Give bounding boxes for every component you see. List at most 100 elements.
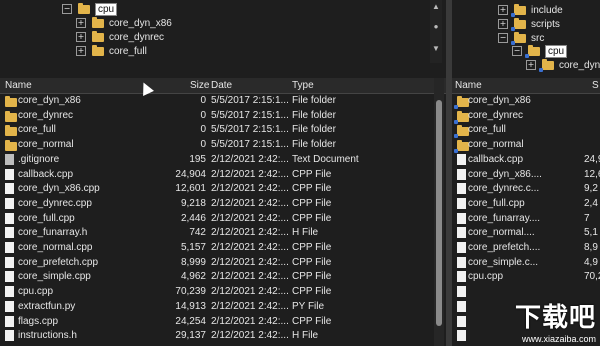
file-size: 8,9 (584, 242, 598, 253)
column-size[interactable]: S (592, 80, 599, 91)
file-row[interactable]: core_prefetch.cpp 8,999 2/12/2021 2:42:...… (0, 256, 446, 270)
file-size: 29,137 (175, 330, 206, 342)
file-icon (457, 197, 466, 209)
file-row[interactable]: core_dyn_x86 (452, 94, 600, 109)
file-name: core_dyn_x86 (18, 95, 81, 106)
scroll-thumb[interactable] (436, 100, 442, 326)
file-row[interactable]: core_funarray.... 7 (452, 212, 600, 226)
file-name: core_normal.cpp (18, 242, 93, 253)
file-row[interactable]: core_normal (452, 138, 600, 154)
scroll-up-icon[interactable]: ▲ (430, 2, 442, 11)
scroll-thumb-icon[interactable]: ● (430, 22, 442, 31)
file-icon (5, 197, 14, 209)
file-row[interactable]: core_dynrec.c... 9,2 (452, 182, 600, 196)
tree-node-scripts[interactable]: + scripts (498, 17, 560, 31)
file-row[interactable]: core_dynrec.cpp 9,218 2/12/2021 2:42:... CP… (0, 197, 446, 211)
tree-node-core-dyn-x86[interactable]: + core_dyn_x86 (76, 16, 172, 30)
folder-icon (92, 30, 104, 42)
file-size: 12,601 (175, 183, 206, 195)
collapse-icon[interactable]: − (62, 4, 72, 14)
file-row[interactable]: core_dynrec 0 5/5/2017 2:15:1... File folde… (0, 109, 446, 123)
file-row[interactable]: cpu.cpp 70,239 2/12/2021 2:42:... CPP File (0, 285, 446, 299)
file-size: 8,999 (180, 256, 206, 268)
tree-node-core-dyn-x86[interactable]: + core_dyn_x86 (526, 58, 600, 72)
scroll-down-icon[interactable]: ▼ (430, 44, 442, 53)
tree-node-cpu[interactable]: − cpu (62, 2, 118, 16)
file-name: core_funarray.... (468, 212, 541, 224)
folder-icon (92, 44, 104, 56)
file-date: 2/12/2021 2:42:... (211, 168, 289, 180)
file-row[interactable]: core_full (452, 123, 600, 139)
file-size: 5,157 (180, 242, 206, 253)
file-icon (5, 168, 14, 180)
column-date[interactable]: Date (211, 80, 232, 91)
file-icon (5, 271, 14, 283)
file-icon (457, 183, 466, 195)
expand-icon[interactable]: + (76, 32, 86, 42)
expand-icon[interactable]: + (76, 46, 86, 56)
file-type: CPP File (292, 183, 332, 195)
watermark-logo: 下载吧 (514, 303, 596, 333)
file-row[interactable]: core_normal.... 5,1 (452, 226, 600, 240)
file-row[interactable]: core_full.cpp 2,4 (452, 197, 600, 211)
file-row[interactable]: core_dyn_x86 0 5/5/2017 2:15:1... File fold… (0, 94, 446, 108)
expand-icon[interactable]: + (76, 18, 86, 28)
file-row[interactable]: core_prefetch.... 8,9 (452, 241, 600, 255)
file-type: File folder (292, 124, 336, 136)
file-name: core_funarray.h (18, 227, 88, 239)
collapse-icon[interactable]: − (512, 46, 522, 56)
file-type: CPP File (292, 168, 332, 180)
file-row[interactable]: core_dyn_x86.... 12,6 (452, 168, 600, 182)
file-row[interactable]: core_simple.cpp 4,962 2/12/2021 2:42:... CP… (0, 270, 446, 284)
file-size: 12,6 (584, 168, 600, 180)
column-name[interactable]: Name (5, 80, 32, 91)
column-type[interactable]: Type (292, 80, 314, 91)
column-name[interactable]: Name (455, 80, 482, 91)
tree-node-core-full[interactable]: + core_full (76, 44, 147, 58)
file-date: 5/5/2017 2:15:1... (211, 124, 289, 136)
file-date: 2/12/2021 2:42:... (211, 300, 289, 312)
tree-node-cpu[interactable]: − cpu (512, 44, 568, 58)
file-name: core_simple.cpp (18, 271, 91, 283)
file-row[interactable]: core_funarray.h 742 2/12/2021 2:42:... H Fi… (0, 226, 446, 240)
file-icon (5, 300, 14, 312)
file-row[interactable]: core_full 0 5/5/2017 2:15:1... File folder (0, 123, 446, 137)
file-row[interactable]: cpu.cpp 70,2 (452, 270, 600, 284)
file-row[interactable]: core_normal.cpp 5,157 2/12/2021 2:42:... CP… (0, 241, 446, 255)
file-name: core_simple.c... (468, 256, 539, 268)
file-row[interactable]: callback.cpp 24,9 (452, 153, 600, 167)
file-icon (5, 212, 14, 224)
collapse-icon[interactable]: − (498, 33, 508, 43)
file-size: 0 (200, 109, 206, 121)
file-row[interactable]: .gitignore 195 2/12/2021 2:42:... Text Docu… (0, 153, 446, 167)
tree-scrollbar[interactable]: ▲ ● ▼ (430, 0, 442, 63)
file-row[interactable]: instructions.h 29,137 2/12/2021 2:42:... H … (0, 329, 446, 343)
column-size[interactable]: Size (190, 80, 209, 91)
tree-node-core-dynrec[interactable]: + core_dynrec (76, 30, 164, 44)
file-row[interactable]: core_dyn_x86.cpp 12,601 2/12/2021 2:42:...… (0, 182, 446, 196)
file-size: 2,4 (584, 197, 598, 209)
file-row[interactable]: core_dynrec (452, 109, 600, 124)
file-name: flags.cpp (18, 315, 59, 327)
file-type: CPP File (292, 315, 332, 327)
file-name: core_dynrec.c... (468, 183, 540, 195)
local-directory-tree: − cpu + core_dyn_x86 + core_dynrec + cor… (0, 0, 446, 63)
tree-node-include[interactable]: + include (498, 3, 563, 17)
file-size: 4,962 (180, 271, 206, 283)
file-name: cpu.cpp (468, 271, 504, 283)
file-row[interactable]: core_full.cpp 2,446 2/12/2021 2:42:... CPP … (0, 212, 446, 226)
file-row[interactable]: core_simple.c... 4,9 (452, 256, 600, 270)
file-size: 24,904 (175, 168, 206, 180)
expand-icon[interactable]: + (498, 5, 508, 15)
expand-icon[interactable]: + (498, 19, 508, 29)
file-type: CPP File (292, 256, 332, 268)
file-row[interactable]: extractfun.py 14,913 2/12/2021 2:42:... PY … (0, 300, 446, 314)
file-icon (5, 227, 14, 239)
expand-icon[interactable]: + (526, 60, 536, 70)
file-row[interactable]: callback.cpp 24,904 2/12/2021 2:42:... CPP … (0, 168, 446, 182)
file-name: core_normal (468, 139, 524, 151)
file-row[interactable]: flags.cpp 24,254 2/12/2021 2:42:... CPP Fil… (0, 315, 446, 329)
tree-node-src[interactable]: − src (498, 31, 544, 45)
file-row[interactable]: core_normal 0 5/5/2017 2:15:1... File folde… (0, 138, 446, 152)
file-list-scrollbar[interactable] (434, 78, 444, 346)
